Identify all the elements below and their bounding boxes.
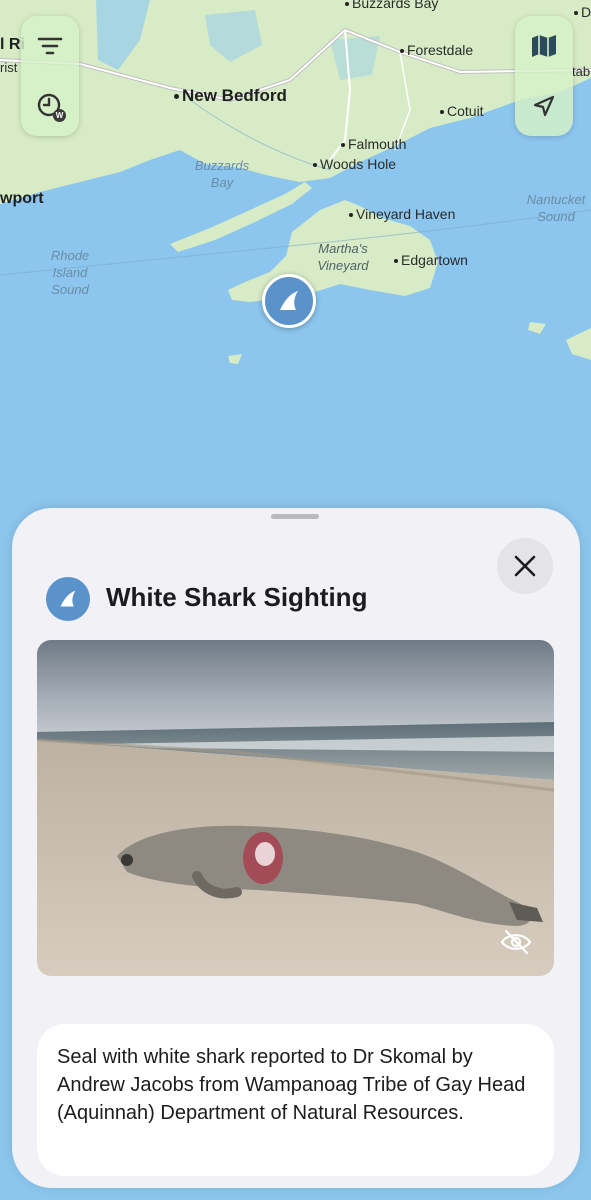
map-label-marthas-vineyard: Martha's Vineyard: [317, 241, 369, 273]
map-label-forestdale: Forestdale: [400, 42, 473, 58]
sighting-title: White Shark Sighting: [106, 582, 368, 612]
map-label-cotuit: Cotuit: [440, 103, 484, 119]
map-label-rhode-island-sound: Rhode Island Sound: [50, 248, 90, 297]
close-icon: [514, 555, 536, 577]
map-label-newport: wport: [0, 190, 44, 207]
shark-fin-icon: [280, 291, 298, 310]
map-label-buzzards-bay-town: Buzzards Bay: [345, 0, 438, 11]
sighting-photo[interactable]: [37, 640, 554, 976]
sighting-type-icon: [46, 577, 90, 621]
hide-photo-button[interactable]: [499, 927, 533, 957]
map-label-edgartown: Edgartown: [394, 252, 468, 268]
map-style-button[interactable]: [524, 26, 564, 66]
shark-fin-icon: [60, 590, 76, 607]
map-controls-left: W: [21, 16, 79, 136]
menu-button[interactable]: [30, 26, 70, 66]
map-label-nantucket-sound: Nantucket Sound: [526, 192, 586, 224]
history-button[interactable]: W: [30, 86, 70, 126]
map-label-falmouth: Falmouth: [341, 136, 406, 152]
map-label-edge-fragment: tab: [572, 64, 591, 79]
locate-button[interactable]: [524, 86, 564, 126]
close-button[interactable]: [497, 538, 553, 594]
sighting-detail-sheet: White Shark Sighting Seal with white sha…: [12, 508, 580, 1188]
map-label-vineyard-haven: Vineyard Haven: [349, 206, 455, 222]
sighting-description: Seal with white shark reported to Dr Sko…: [37, 1024, 554, 1176]
map-label-buzzards-bay: Buzzards Bay: [194, 158, 250, 190]
map-label-bristol: rist: [0, 60, 18, 75]
list-icon: [37, 37, 63, 55]
map-label-woods-hole: Woods Hole: [313, 156, 396, 172]
map-label-new-bedford: New Bedford: [174, 86, 287, 106]
map-label-de: De: [574, 4, 591, 20]
sheet-grabber[interactable]: [271, 514, 319, 519]
history-badge: W: [53, 109, 66, 122]
shark-sighting-marker[interactable]: [262, 274, 316, 328]
eye-slash-icon: [500, 929, 532, 955]
location-arrow-icon: [533, 95, 555, 117]
seal-on-beach-photo: [37, 640, 554, 976]
map-controls-right: [515, 16, 573, 136]
map-icon: [532, 35, 556, 57]
